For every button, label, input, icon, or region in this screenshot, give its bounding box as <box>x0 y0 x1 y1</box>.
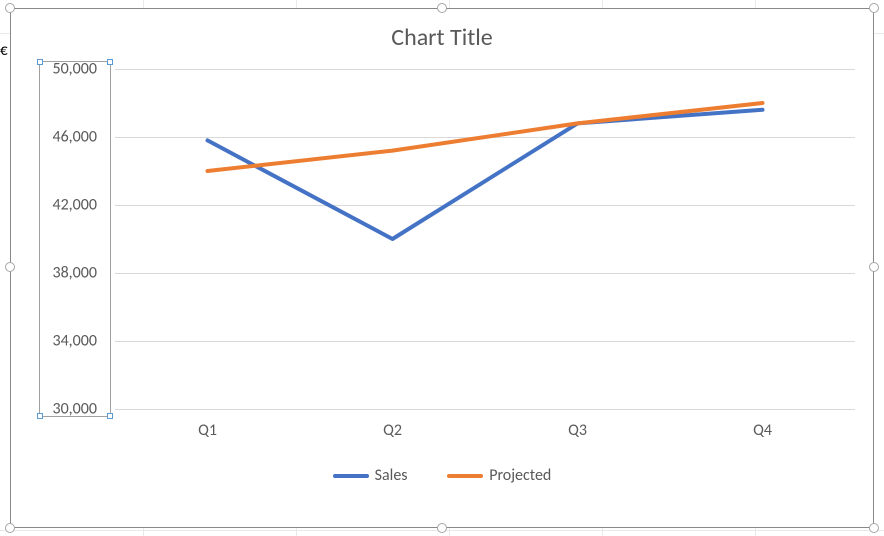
y-tick-label: 34,000 <box>27 332 97 351</box>
series-line-projected[interactable] <box>208 103 763 171</box>
y-tick-label: 50,000 <box>27 60 97 79</box>
x-tick-label: Q2 <box>373 421 413 440</box>
legend-label-sales: Sales <box>375 466 408 485</box>
resize-handle-sw[interactable] <box>5 523 15 533</box>
sheet-cell-partial: € <box>0 42 8 60</box>
chart-title[interactable]: Chart Title <box>11 23 873 52</box>
resize-handle-n[interactable] <box>437 3 447 13</box>
y-tick-label: 38,000 <box>27 264 97 283</box>
x-tick-label: Q4 <box>743 421 783 440</box>
legend-item-projected[interactable]: Projected <box>447 466 551 485</box>
resize-handle-e[interactable] <box>869 262 879 272</box>
y-tick-label: 46,000 <box>27 128 97 147</box>
resize-handle-se[interactable] <box>869 523 879 533</box>
legend-swatch-projected <box>447 474 483 478</box>
legend-label-projected: Projected <box>489 466 551 485</box>
legend-swatch-sales <box>333 474 369 478</box>
legend[interactable]: Sales Projected <box>11 466 873 485</box>
resize-handle-s[interactable] <box>437 523 447 533</box>
resize-handle-ne[interactable] <box>869 3 879 13</box>
legend-item-sales[interactable]: Sales <box>333 466 408 485</box>
y-tick-label: 42,000 <box>27 196 97 215</box>
series-line-sales[interactable] <box>208 110 763 239</box>
chart-lines <box>115 69 855 409</box>
x-tick-label: Q3 <box>558 421 598 440</box>
resize-handle-w[interactable] <box>5 262 15 272</box>
chart-object[interactable]: Chart Title 30,000 34,000 38,000 42,000 46,0… <box>10 8 874 528</box>
resize-handle-nw[interactable] <box>5 3 15 13</box>
plot-area[interactable] <box>115 69 855 409</box>
x-tick-label: Q1 <box>188 421 228 440</box>
y-tick-label: 30,000 <box>27 400 97 419</box>
y-axis-selection <box>39 61 111 417</box>
